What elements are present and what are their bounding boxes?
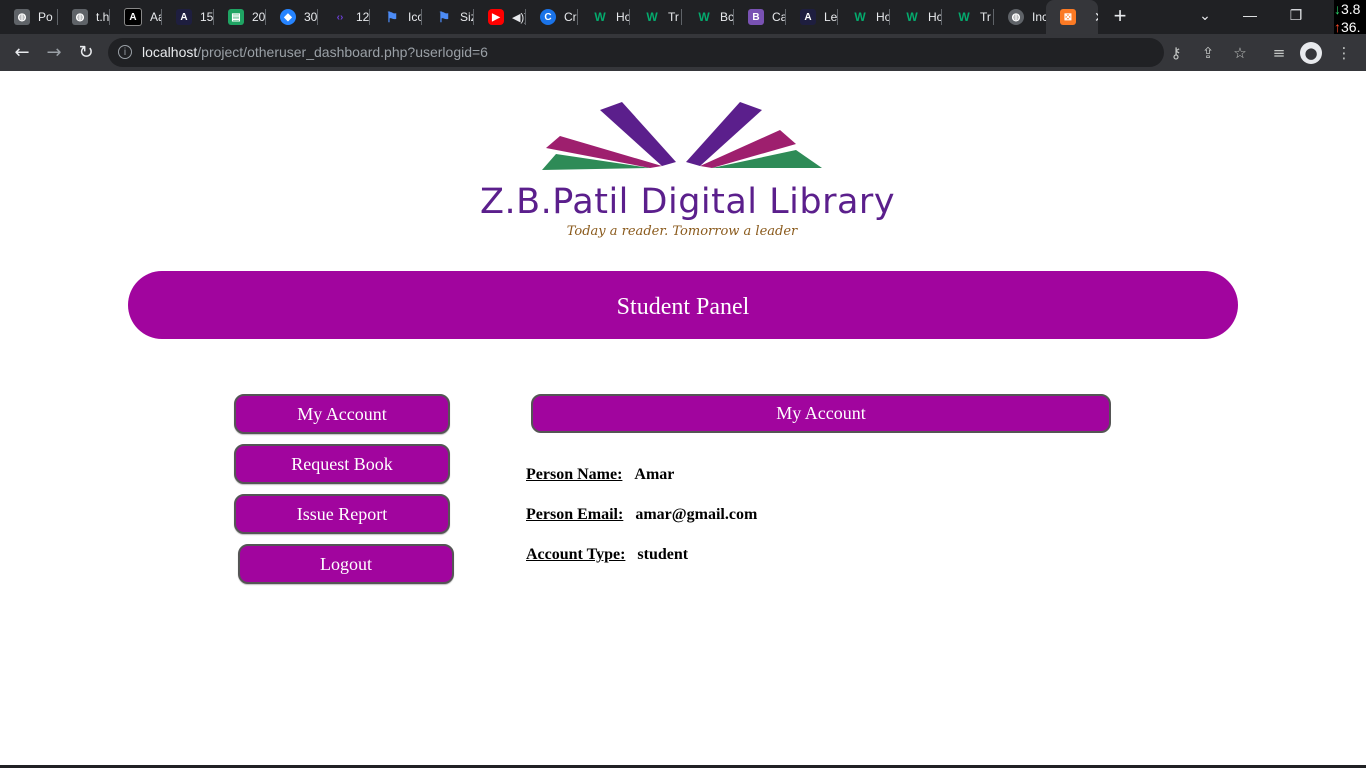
a-logo-icon: A: [124, 8, 142, 26]
field-label: Person Email:: [526, 506, 624, 523]
browser-tab[interactable]: W Hc: [838, 0, 890, 34]
forward-icon[interactable]: →: [40, 39, 68, 67]
bootstrap-icon: B: [748, 9, 764, 25]
sidebar-button-my-account[interactable]: My Account: [234, 394, 450, 434]
key-icon[interactable]: ⚷: [1164, 41, 1188, 65]
w-icon: W: [958, 10, 970, 24]
field-label: Person Name:: [526, 466, 623, 483]
browser-tab[interactable]: W Hc: [890, 0, 942, 34]
w-icon: W: [698, 10, 710, 24]
upload-arrow-icon: ↑: [1334, 19, 1341, 35]
browser-tab[interactable]: ◆ 30: [266, 0, 318, 34]
share-icon[interactable]: ⇪: [1196, 41, 1220, 65]
browser-tab[interactable]: A Aa: [110, 0, 162, 34]
logout-button[interactable]: Logout: [238, 544, 454, 584]
url-text: localhost/project/otheruser_dashboard.ph…: [142, 44, 488, 60]
profile-icon[interactable]: ●: [1300, 42, 1322, 64]
browser-tab[interactable]: ⚑ Ico: [370, 0, 422, 34]
xampp-icon: ⊠: [1060, 9, 1076, 25]
address-bar[interactable]: i localhost/project/otheruser_dashboard.…: [108, 38, 1164, 67]
w-icon: W: [906, 10, 918, 24]
close-tab-icon[interactable]: ✕: [1094, 9, 1098, 26]
browser-tab[interactable]: ‹› 12: [318, 0, 370, 34]
section-title: My Account: [531, 394, 1111, 433]
logo-title: Z.B.Patil Digital Library: [480, 182, 896, 222]
globe-icon: ◍: [1008, 9, 1024, 25]
download-arrow-icon: ↓: [1334, 1, 1341, 17]
tab-search-icon[interactable]: ⌄: [1185, 0, 1225, 30]
audio-icon: ◀)): [512, 11, 526, 24]
browser-tab[interactable]: C Cr: [526, 0, 578, 34]
browser-tab[interactable]: ◍ Po: [0, 0, 58, 34]
flag-icon: ⚑: [437, 8, 451, 25]
browser-tab[interactable]: W Hc: [578, 0, 630, 34]
browser-tab[interactable]: A Le: [786, 0, 838, 34]
browser-tab[interactable]: W Bc: [682, 0, 734, 34]
field-value: Amar: [634, 466, 675, 483]
library-logo: Z.B.Patil Digital Library Today a reader…: [480, 98, 896, 244]
field-value: amar@gmail.com: [635, 506, 758, 523]
browser-tab[interactable]: ◍ Inc: [994, 0, 1046, 34]
new-tab-button[interactable]: +: [1107, 4, 1133, 30]
w-icon: W: [594, 10, 606, 24]
menu-kebab-icon[interactable]: ⋮: [1332, 41, 1356, 65]
angular-icon: A: [176, 9, 192, 25]
browser-tab[interactable]: ▶ ◀)): [474, 0, 526, 34]
person-email-row: Person Email: amar@gmail.com: [526, 506, 757, 524]
browser-tab[interactable]: B Ca: [734, 0, 786, 34]
reload-icon[interactable]: ↻: [72, 39, 100, 67]
media-queue-icon[interactable]: ≡: [1267, 41, 1291, 65]
browser-tab[interactable]: ▤ 20: [214, 0, 266, 34]
sidebar-button-issue-report[interactable]: Issue Report: [234, 494, 450, 534]
w-icon: W: [854, 10, 866, 24]
logo-tagline: Today a reader. Tomorrow a leader: [566, 224, 798, 239]
youtube-icon: ▶: [488, 9, 504, 25]
tab-strip: ◍Po ◍t.h AAa A15 ▤20 ◆30 ‹›12 ⚑Ico ⚑Siz …: [0, 0, 1366, 36]
open-book-icon: [542, 102, 822, 170]
globe-icon: ◍: [14, 9, 30, 25]
back-icon[interactable]: ←: [8, 39, 36, 67]
sidebar-button-request-book[interactable]: Request Book: [234, 444, 450, 484]
bookmark-star-icon[interactable]: ☆: [1228, 41, 1252, 65]
browser-tab[interactable]: W Tr: [630, 0, 682, 34]
field-value: student: [637, 546, 689, 563]
browser-tab[interactable]: A 15: [162, 0, 214, 34]
flag-icon: ⚑: [385, 8, 399, 25]
sheet-icon: ▤: [228, 9, 244, 25]
code-icon: ‹›: [336, 11, 344, 23]
field-label: Account Type:: [526, 546, 626, 563]
browser-tab[interactable]: W Tr: [942, 0, 994, 34]
globe-icon: ◍: [72, 9, 88, 25]
network-monitor: ↓3.8 ↑36.: [1334, 0, 1366, 36]
restore-icon[interactable]: ❐: [1276, 0, 1316, 30]
panel-banner: Student Panel: [128, 271, 1238, 339]
browser-tab[interactable]: ⚑Siz: [422, 0, 474, 34]
diamond-icon: ◆: [280, 9, 296, 25]
site-info-icon[interactable]: i: [118, 45, 132, 59]
browser-tab-active[interactable]: ⊠✕: [1046, 0, 1098, 34]
minimize-icon[interactable]: —: [1230, 0, 1270, 30]
c-icon: C: [540, 9, 556, 25]
account-type-row: Account Type: student: [526, 546, 688, 564]
w-icon: W: [646, 10, 658, 24]
person-name-row: Person Name: Amar: [526, 466, 674, 484]
browser-tab[interactable]: ◍ t.h: [58, 0, 110, 34]
angular-icon: A: [800, 9, 816, 25]
